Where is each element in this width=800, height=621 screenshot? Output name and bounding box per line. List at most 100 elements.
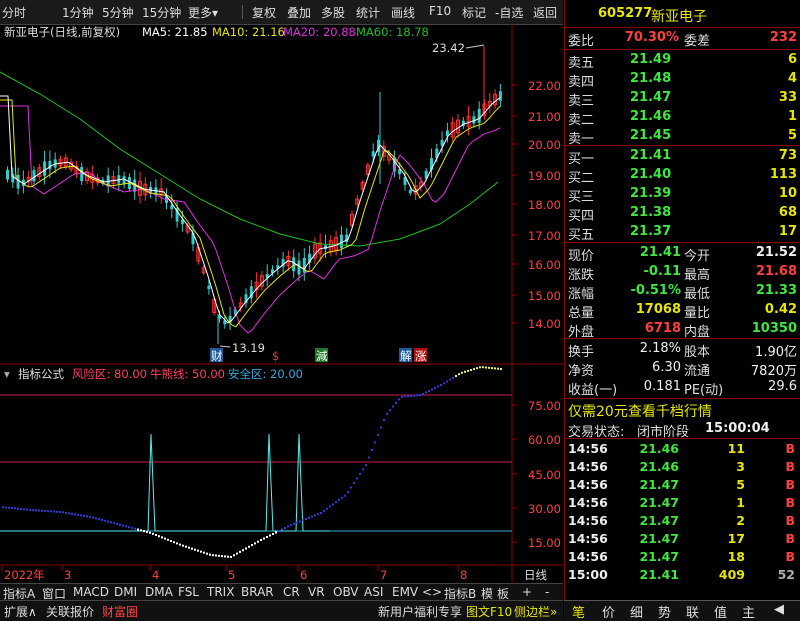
fundamental-label: 换手	[568, 345, 595, 360]
tab-value[interactable]: 值	[714, 602, 727, 621]
ask-row[interactable]: 卖五 21.49 6	[565, 52, 800, 71]
more-button[interactable]: 更多▾	[188, 4, 218, 21]
tab-brar[interactable]: BRAR	[241, 585, 274, 599]
expand-button[interactable]: 扩展∧	[4, 603, 37, 620]
indicator-tick-label: 30.00	[528, 502, 561, 516]
tab-dma[interactable]: DMA	[145, 585, 173, 599]
indicator-dot	[398, 398, 400, 401]
indicator-dot	[221, 555, 223, 558]
tick-volume: 3	[736, 459, 745, 474]
tab-emv[interactable]: EMV	[392, 585, 418, 599]
tab-fsl[interactable]: FSL	[178, 585, 199, 599]
indicator-dot	[482, 366, 484, 369]
chart-area[interactable]: 22.00 21.00 20.00 19.00 18.00 17.00 16.00 15.00…	[0, 24, 563, 583]
tab-linked[interactable]: 联	[686, 602, 699, 621]
tab-cr[interactable]: CR	[283, 585, 300, 599]
indicator-dot	[20, 508, 22, 510]
ask-row[interactable]: 卖四 21.48 4	[565, 71, 800, 90]
wealth-circle-button[interactable]: 财富圈	[102, 603, 138, 620]
indicator-dot	[143, 530, 145, 533]
adjust-button[interactable]: 复权	[252, 4, 276, 21]
tab-scroll-left[interactable]: <	[422, 585, 432, 599]
tab-intraday[interactable]: 分时	[2, 4, 26, 21]
tick-price: 21.47	[639, 549, 679, 564]
tab-macd[interactable]: MACD	[73, 585, 109, 599]
indicator-dot	[476, 367, 478, 370]
period-label[interactable]: 日线	[524, 568, 547, 582]
event-dividend[interactable]: $	[272, 349, 279, 363]
related-quote-button[interactable]: 关联报价	[46, 603, 94, 620]
tab-1min[interactable]: 1分钟	[62, 4, 94, 21]
zoom-out-button[interactable]: -	[545, 585, 549, 599]
event-finance[interactable]: 财	[211, 349, 223, 363]
indicator-dot	[71, 512, 73, 515]
indicator-dot	[158, 535, 160, 538]
back-button[interactable]: 返回	[533, 4, 557, 21]
stat-value: 6718	[644, 321, 681, 336]
tab-trend[interactable]: 势	[658, 602, 671, 621]
event-unlock[interactable]: 解	[400, 349, 412, 363]
indicator-dot	[320, 512, 322, 514]
bid-row[interactable]: 买一 21.41 73	[565, 148, 800, 167]
collapse-panel-icon[interactable]: ◀	[774, 602, 784, 617]
indicator-dot	[308, 516, 310, 519]
stats-button[interactable]: 统计	[356, 4, 380, 21]
tab-5min[interactable]: 5分钟	[102, 4, 134, 21]
tab-vr[interactable]: VR	[308, 585, 325, 599]
tab-main[interactable]: 主	[742, 602, 755, 621]
indicator-title[interactable]: 指标公式	[18, 367, 64, 381]
mark-button[interactable]: 标记	[462, 4, 486, 21]
bid-volume: 10	[778, 186, 797, 201]
weicha-label: 委差	[684, 34, 711, 49]
indicator-dot	[353, 482, 355, 484]
tab-obv[interactable]: OBV	[333, 585, 359, 599]
zoom-in-button[interactable]: +	[522, 585, 532, 599]
stat-value: 17068	[635, 302, 681, 317]
tab-dmi[interactable]: DMI	[114, 585, 137, 599]
indicator-dot	[227, 555, 229, 558]
draw-button[interactable]: 画线	[391, 4, 415, 21]
tick-price: 21.47	[639, 477, 679, 492]
ask-row[interactable]: 卖三 21.47 33	[565, 90, 800, 109]
indicator-dot	[8, 506, 10, 509]
collapse-icon[interactable]: ▾	[4, 367, 10, 381]
indicator-dot	[29, 508, 31, 511]
ask-row[interactable]: 卖二 21.46 1	[565, 109, 800, 128]
indicator-dot	[395, 402, 397, 404]
bid-row[interactable]: 买四 21.38 68	[565, 205, 800, 224]
bid-row[interactable]: 买五 21.37 17	[565, 224, 800, 243]
indicator-dot	[89, 515, 91, 518]
event-limit-up[interactable]: 涨	[415, 349, 427, 363]
bid-row[interactable]: 买三 21.39 10	[565, 186, 800, 205]
indicator-dot	[152, 532, 154, 535]
indicator-dot	[461, 371, 463, 374]
indicator-dot	[467, 369, 469, 372]
indicator-dot	[170, 540, 172, 542]
bid-row[interactable]: 买二 21.40 113	[565, 167, 800, 186]
tab-15min[interactable]: 15分钟	[142, 4, 181, 21]
tab-scroll-right[interactable]: >	[432, 585, 442, 599]
tab-asi[interactable]: ASI	[364, 585, 383, 599]
f10-text-button[interactable]: 图文F10	[466, 603, 512, 620]
tab-price[interactable]: 价	[602, 602, 615, 621]
indicator-dot	[386, 412, 388, 415]
overlay-button[interactable]: 叠加	[287, 4, 311, 21]
indicator-dot	[419, 394, 421, 397]
tab-detail[interactable]: 细	[630, 602, 643, 621]
event-reduce[interactable]: 減	[316, 349, 328, 363]
tab-trix[interactable]: TRIX	[207, 585, 234, 599]
new-user-promo[interactable]: 新用户福利专享	[378, 603, 462, 620]
tab-trades[interactable]: 笔	[572, 602, 585, 621]
promo-text[interactable]: 仅需20元查看千档行情	[568, 401, 712, 421]
bid-label: 买三	[568, 190, 595, 205]
tick-price: 21.47	[639, 495, 679, 510]
indicator-dot	[116, 522, 118, 525]
ma10-label: MA10: 21.16	[212, 25, 285, 39]
stat-row: 涨幅 -0.51% 最低 21.33	[565, 283, 800, 302]
f10-button[interactable]: F10	[429, 4, 451, 18]
sidebar-toggle[interactable]: 侧边栏»	[514, 603, 557, 620]
watchlist-button[interactable]: -自选	[495, 4, 523, 21]
indicator-tab-bar: 指标A 窗口 MACD DMI DMA FSL TRIX BRAR CR VR …	[0, 583, 563, 601]
ask-row[interactable]: 卖一 21.45 5	[565, 128, 800, 147]
multi-stock-button[interactable]: 多股	[321, 4, 345, 21]
